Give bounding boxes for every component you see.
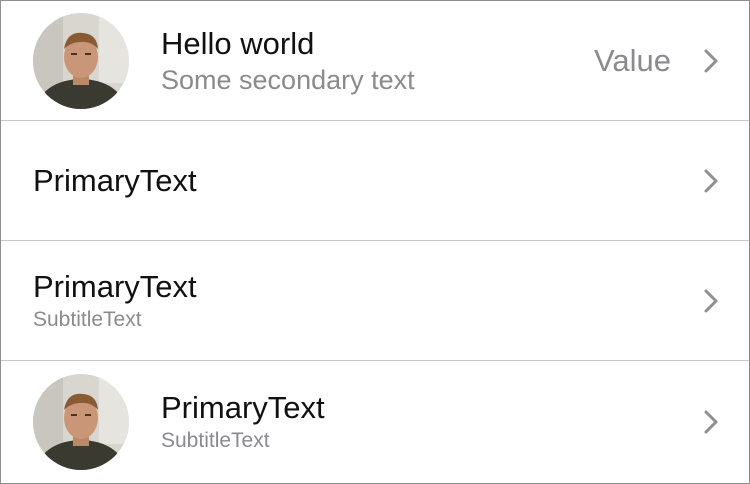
chevron-right-icon bbox=[703, 168, 719, 194]
cell-subtitle-text: SubtitleText bbox=[161, 428, 270, 452]
table-row[interactable]: PrimaryText SubtitleText bbox=[1, 361, 749, 482]
table-row[interactable]: Hello world Some secondary text Value bbox=[1, 1, 749, 121]
cell-text: PrimaryText bbox=[33, 163, 197, 199]
table-row[interactable]: PrimaryText bbox=[1, 121, 749, 241]
cell-primary-text: PrimaryText bbox=[33, 162, 197, 198]
chevron-right-icon bbox=[703, 48, 719, 74]
cell-text: PrimaryText SubtitleText bbox=[33, 269, 197, 333]
cell-primary-text: Hello world bbox=[161, 25, 315, 61]
cell-subtitle-text: SubtitleText bbox=[33, 307, 142, 331]
chevron-right-icon bbox=[703, 288, 719, 314]
table-view: Hello world Some secondary text Value Pr… bbox=[0, 0, 750, 484]
cell-value: Value bbox=[594, 42, 671, 78]
table-row[interactable]: PrimaryText SubtitleText bbox=[1, 241, 749, 361]
cell-text: PrimaryText SubtitleText bbox=[161, 390, 325, 454]
avatar bbox=[33, 12, 129, 109]
cell-text: Hello world Some secondary text bbox=[161, 26, 415, 96]
avatar bbox=[33, 373, 129, 470]
cell-primary-text: PrimaryText bbox=[33, 268, 197, 304]
cell-secondary-text: Some secondary text bbox=[161, 64, 415, 95]
cell-primary-text: PrimaryText bbox=[161, 389, 325, 425]
chevron-right-icon bbox=[703, 409, 719, 435]
